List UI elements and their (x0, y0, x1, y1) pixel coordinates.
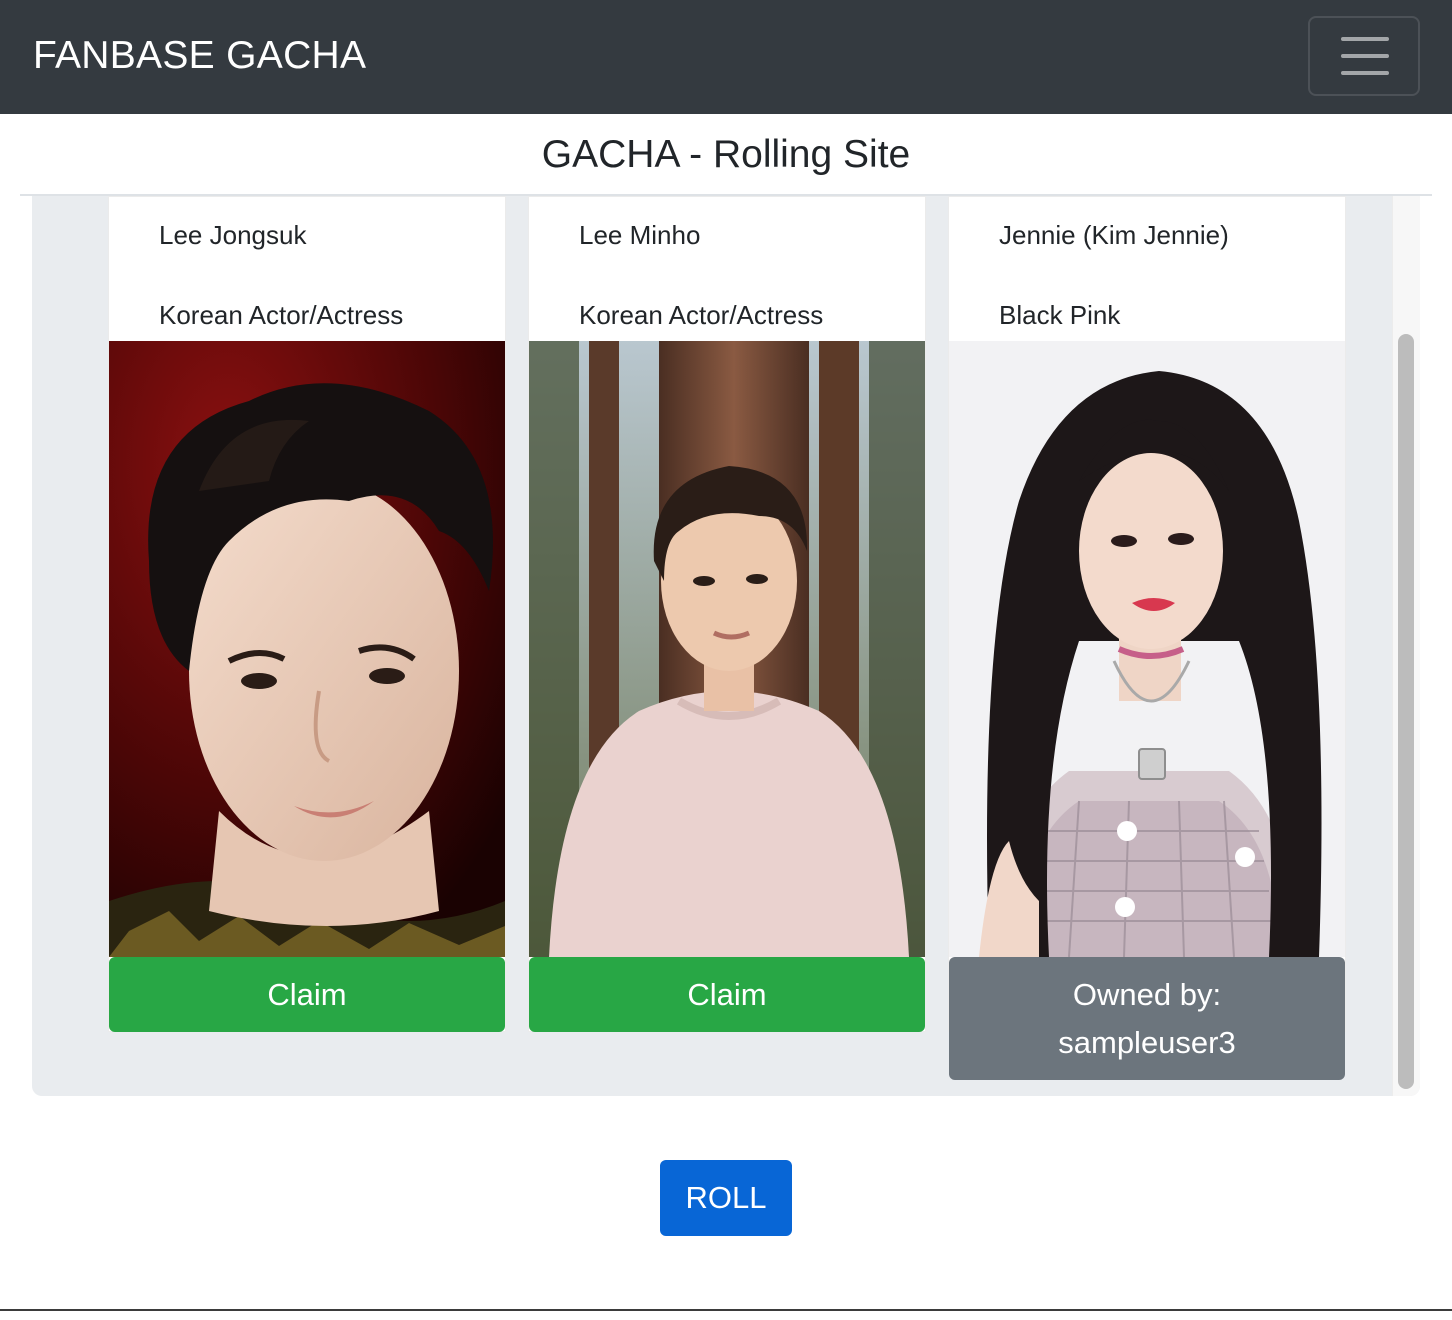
footer-divider (0, 1309, 1452, 1311)
scrollbar-thumb[interactable] (1398, 334, 1414, 1089)
card-name: Jennie (Kim Jennie) (999, 220, 1229, 250)
cards-scroll-area[interactable]: Lee Jongsuk Korean Actor/Actress Claim L… (32, 196, 1420, 1096)
navbar-toggler-button[interactable] (1308, 16, 1420, 96)
navbar: FANBASE GACHA (0, 0, 1452, 114)
claim-button[interactable]: Claim (529, 957, 925, 1032)
card-jennie: Jennie (Kim Jennie) Black Pink Owned by:… (948, 196, 1346, 1080)
card-photo (949, 341, 1345, 957)
owned-by-label: Owned by: (1072, 977, 1222, 1012)
page-title: GACHA - Rolling Site (20, 114, 1432, 196)
card-photo (529, 341, 925, 957)
card-group: Black Pink (999, 300, 1121, 330)
brand-title[interactable]: FANBASE GACHA (33, 31, 366, 81)
card-group: Korean Actor/Actress (159, 300, 404, 330)
card-lee-jongsuk: Lee Jongsuk Korean Actor/Actress Claim (108, 196, 506, 1032)
card-name: Lee Jongsuk (159, 220, 307, 250)
owner-username: sampleuser3 (1058, 1025, 1236, 1060)
owned-by-badge: Owned by: sampleuser3 (949, 957, 1345, 1080)
roll-button[interactable]: ROLL (660, 1160, 792, 1236)
claim-button[interactable]: Claim (109, 957, 505, 1032)
card-name: Lee Minho (579, 220, 701, 250)
card-group: Korean Actor/Actress (579, 300, 824, 330)
card-lee-minho: Lee Minho Korean Actor/Actress Claim (528, 196, 926, 1032)
card-photo (109, 341, 505, 957)
